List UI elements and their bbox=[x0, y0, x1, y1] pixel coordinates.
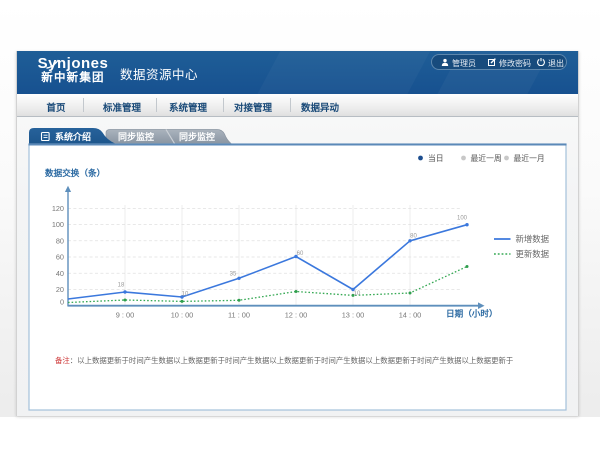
svg-text:9 : 00: 9 : 00 bbox=[116, 311, 135, 320]
svg-text:最近一周: 最近一周 bbox=[471, 153, 502, 163]
svg-text:14 : 00: 14 : 00 bbox=[399, 311, 422, 320]
svg-text:更新数据: 更新数据 bbox=[516, 249, 550, 259]
svg-text:80: 80 bbox=[410, 234, 417, 240]
svg-text:80: 80 bbox=[56, 236, 64, 245]
svg-text:60: 60 bbox=[56, 253, 64, 262]
svg-text:当日: 当日 bbox=[428, 153, 444, 163]
svg-text:100: 100 bbox=[52, 220, 64, 229]
svg-text:10: 10 bbox=[182, 292, 189, 298]
svg-text:120: 120 bbox=[52, 204, 64, 213]
svg-text:35: 35 bbox=[230, 272, 237, 278]
svg-text:100: 100 bbox=[457, 216, 468, 222]
svg-text:日期（小时）: 日期（小时） bbox=[446, 308, 498, 319]
svg-text:10 : 00: 10 : 00 bbox=[171, 311, 194, 320]
svg-text:0: 0 bbox=[60, 297, 64, 306]
svg-text:13 : 00: 13 : 00 bbox=[342, 311, 365, 320]
svg-text:数据交换（条）: 数据交换（条） bbox=[45, 167, 105, 178]
svg-text:同步监控: 同步监控 bbox=[179, 131, 215, 142]
svg-text:同步监控: 同步监控 bbox=[118, 131, 154, 142]
svg-text:20: 20 bbox=[56, 285, 64, 294]
svg-text:18: 18 bbox=[118, 283, 125, 289]
svg-text:12 : 00: 12 : 00 bbox=[285, 311, 308, 320]
svg-text:最近一月: 最近一月 bbox=[514, 153, 545, 163]
svg-text:60: 60 bbox=[297, 251, 304, 257]
svg-text:40: 40 bbox=[56, 269, 64, 278]
svg-text:新增数据: 新增数据 bbox=[516, 234, 550, 244]
svg-text:11 : 00: 11 : 00 bbox=[228, 311, 250, 320]
svg-text:系统介绍: 系统介绍 bbox=[55, 131, 91, 142]
svg-text:10: 10 bbox=[354, 291, 361, 297]
